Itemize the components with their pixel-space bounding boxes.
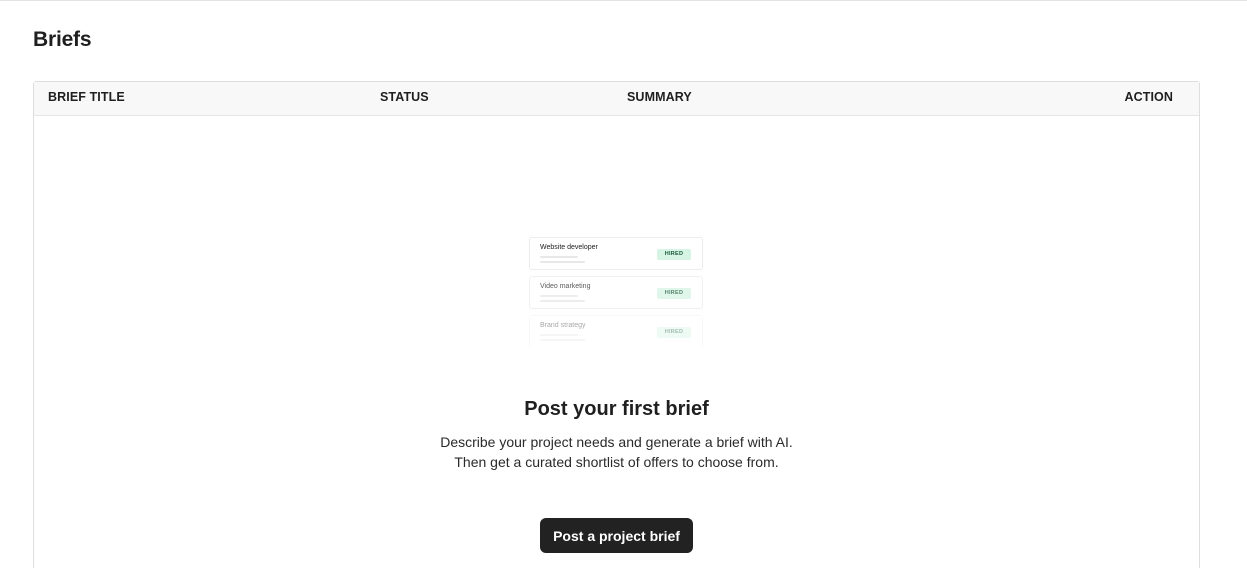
hired-badge: HIRED bbox=[657, 327, 691, 338]
column-header-brief-title[interactable]: BRIEF TITLE bbox=[48, 90, 125, 104]
column-header-summary[interactable]: SUMMARY bbox=[627, 90, 692, 104]
column-header-action: ACTION bbox=[1124, 90, 1173, 104]
page-title: Briefs bbox=[33, 28, 92, 51]
placeholder-line bbox=[540, 334, 578, 336]
illustration-card-title: Website developer bbox=[540, 244, 598, 251]
placeholder-line bbox=[540, 295, 578, 297]
placeholder-line bbox=[540, 261, 585, 263]
empty-state-illustration: Website developer HIRED Video marketing … bbox=[529, 237, 705, 355]
table-header: BRIEF TITLE STATUS SUMMARY ACTION bbox=[34, 82, 1199, 116]
placeholder-line bbox=[540, 339, 585, 341]
illustration-card-title: Brand strategy bbox=[540, 322, 586, 329]
illustration-card-title: Video marketing bbox=[540, 283, 591, 290]
hired-badge: HIRED bbox=[657, 249, 691, 260]
illustration-card: Website developer HIRED bbox=[529, 237, 703, 270]
post-project-brief-button[interactable]: Post a project brief bbox=[540, 518, 693, 553]
empty-state-description-line: Describe your project needs and generate… bbox=[440, 434, 793, 450]
empty-state-description-line: Then get a curated shortlist of offers t… bbox=[454, 454, 779, 470]
hired-badge: HIRED bbox=[657, 288, 691, 299]
briefs-table: BRIEF TITLE STATUS SUMMARY ACTION Websit… bbox=[33, 81, 1200, 568]
column-header-status[interactable]: STATUS bbox=[380, 90, 429, 104]
empty-state-description: Describe your project needs and generate… bbox=[34, 432, 1199, 472]
placeholder-line bbox=[540, 256, 578, 258]
placeholder-line bbox=[540, 300, 585, 302]
empty-state-title: Post your first brief bbox=[524, 398, 709, 420]
illustration-card: Brand strategy HIRED bbox=[529, 315, 703, 348]
briefs-page: Briefs BRIEF TITLE STATUS SUMMARY ACTION… bbox=[0, 0, 1247, 568]
illustration-card: Video marketing HIRED bbox=[529, 276, 703, 309]
